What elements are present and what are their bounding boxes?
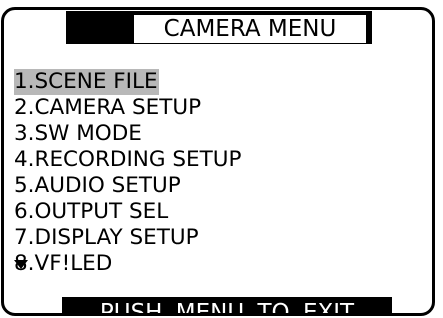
menu-item-sw-mode[interactable]: 3.SW MODE	[14, 121, 242, 147]
menu-item-label: 7.DISPLAY SETUP	[14, 225, 199, 250]
menu-item-camera-setup[interactable]: 2.CAMERA SETUP	[14, 95, 242, 121]
exit-hint: PUSH MENU TO EXIT	[99, 300, 355, 316]
menu-item-label: 3.SW MODE	[14, 121, 142, 146]
footer-bar: PUSH MENU TO EXIT	[62, 297, 392, 316]
menu-item-label: 8.VF!LED	[14, 251, 113, 276]
title-bar: CAMERA MENU	[66, 11, 372, 44]
menu-list: 1.SCENE FILE 2.CAMERA SETUP 3.SW MODE 4.…	[14, 69, 242, 277]
menu-item-display-setup[interactable]: 7.DISPLAY SETUP	[14, 225, 242, 251]
menu-item-audio-setup[interactable]: 5.AUDIO SETUP	[14, 173, 242, 199]
menu-item-label: 1.SCENE FILE	[14, 69, 159, 95]
menu-item-scene-file[interactable]: 1.SCENE FILE	[14, 69, 242, 95]
menu-item-recording-setup[interactable]: 4.RECORDING SETUP	[14, 147, 242, 173]
menu-item-label: 5.AUDIO SETUP	[14, 173, 181, 198]
menu-item-vf-led[interactable]: 8.VF!LED	[14, 251, 242, 277]
menu-item-label: 4.RECORDING SETUP	[14, 147, 242, 172]
menu-item-label: 2.CAMERA SETUP	[14, 95, 202, 120]
menu-item-output-sel[interactable]: 6.OUTPUT SEL	[14, 199, 242, 225]
menu-item-label: 6.OUTPUT SEL	[14, 199, 169, 224]
menu-title: CAMERA MENU	[134, 15, 366, 43]
triangle-down-icon	[14, 260, 28, 269]
camera-menu-screen: CAMERA MENU 1.SCENE FILE 2.CAMERA SETUP …	[1, 7, 435, 316]
